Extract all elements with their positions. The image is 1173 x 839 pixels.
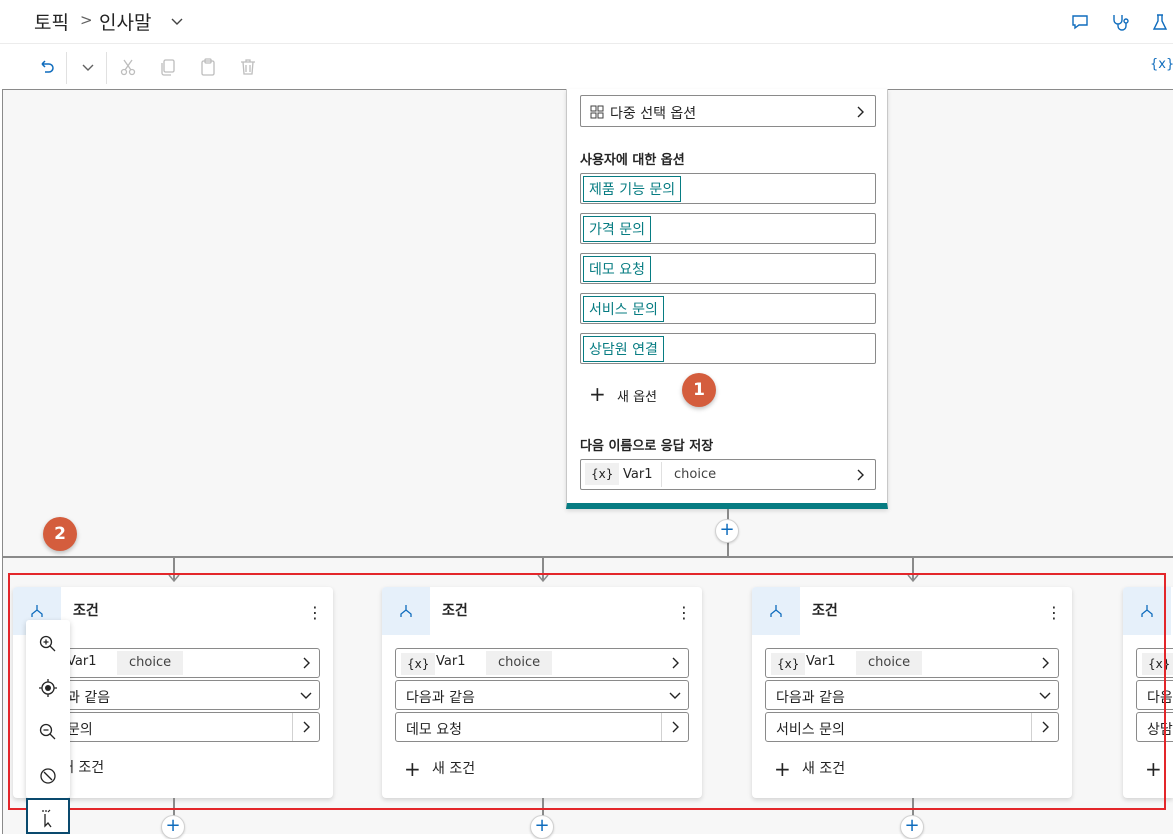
highlight-box xyxy=(8,573,1166,810)
variable-name: Var1 xyxy=(623,467,653,482)
select-tool[interactable] xyxy=(26,798,70,834)
undo-icon[interactable] xyxy=(36,57,56,77)
comment-icon[interactable] xyxy=(1070,12,1090,32)
new-option-button[interactable]: + 새 옵션 xyxy=(589,382,657,406)
option-row[interactable]: 데모 요청 xyxy=(580,253,876,284)
zoom-out-icon[interactable] xyxy=(38,722,58,742)
toolbar: {x} xyxy=(0,45,1173,90)
copy-icon[interactable] xyxy=(158,57,178,77)
stethoscope-icon[interactable] xyxy=(1110,12,1130,32)
option-chip[interactable]: 상담원 연결 xyxy=(583,336,664,362)
breadcrumb-root[interactable]: 토픽 xyxy=(34,8,69,35)
chevron-down-icon[interactable] xyxy=(78,57,98,77)
add-node-button[interactable]: + xyxy=(530,815,554,839)
save-variable-field[interactable]: {x} Var1 choice xyxy=(580,459,876,490)
question-node[interactable]: 다중 선택 옵션 사용자에 대한 옵션 제품 기능 문의 가격 문의 데모 요청… xyxy=(566,89,888,509)
variable-icon: {x} xyxy=(585,463,620,485)
add-node-button[interactable]: + xyxy=(900,815,924,839)
add-node-button[interactable]: + xyxy=(715,519,739,543)
save-response-heading: 다음 이름으로 응답 저장 xyxy=(580,439,714,454)
option-chip[interactable]: 제품 기능 문의 xyxy=(583,176,682,202)
toolbar-divider xyxy=(66,52,67,84)
topic-title[interactable]: 인사말 xyxy=(99,8,151,35)
chevron-right-icon xyxy=(857,106,864,118)
zoom-in-icon[interactable] xyxy=(38,634,58,654)
option-chip[interactable]: 가격 문의 xyxy=(583,216,651,242)
multi-select-option[interactable]: 다중 선택 옵션 xyxy=(580,95,876,127)
zoom-controls xyxy=(26,620,70,798)
variables-button[interactable]: {x} xyxy=(1150,57,1173,72)
flask-icon[interactable] xyxy=(1150,12,1170,32)
cut-icon[interactable] xyxy=(118,57,138,77)
option-row[interactable]: 제품 기능 문의 xyxy=(580,173,876,204)
option-chip[interactable]: 서비스 문의 xyxy=(583,296,664,322)
variable-type: choice xyxy=(661,462,728,487)
topic-header: 토픽 > 인사말 xyxy=(0,0,1173,44)
multi-select-label: 다중 선택 옵션 xyxy=(610,106,697,122)
step-badge-2: 2 xyxy=(43,517,77,551)
new-option-label: 새 옵션 xyxy=(617,390,658,405)
option-row[interactable]: 상담원 연결 xyxy=(580,333,876,364)
select-cursor-icon xyxy=(42,809,52,828)
option-row[interactable]: 서비스 문의 xyxy=(580,293,876,324)
option-row[interactable]: 가격 문의 xyxy=(580,213,876,244)
center-focus-icon[interactable] xyxy=(38,678,58,698)
options-grid-icon xyxy=(590,105,604,119)
delete-icon[interactable] xyxy=(238,57,258,77)
options-heading: 사용자에 대한 옵션 xyxy=(580,153,685,168)
chevron-down-icon[interactable] xyxy=(170,14,184,28)
option-chip[interactable]: 데모 요청 xyxy=(583,256,651,282)
plus-icon: + xyxy=(589,382,606,406)
paste-icon[interactable] xyxy=(198,57,218,77)
breadcrumb-separator: > xyxy=(80,11,93,29)
toolbar-divider xyxy=(106,52,107,84)
branch-line xyxy=(2,556,1173,558)
add-node-button[interactable]: + xyxy=(161,815,185,839)
minimap-off-icon[interactable] xyxy=(38,766,58,786)
chevron-right-icon xyxy=(857,469,864,481)
step-badge-1: 1 xyxy=(682,373,716,407)
